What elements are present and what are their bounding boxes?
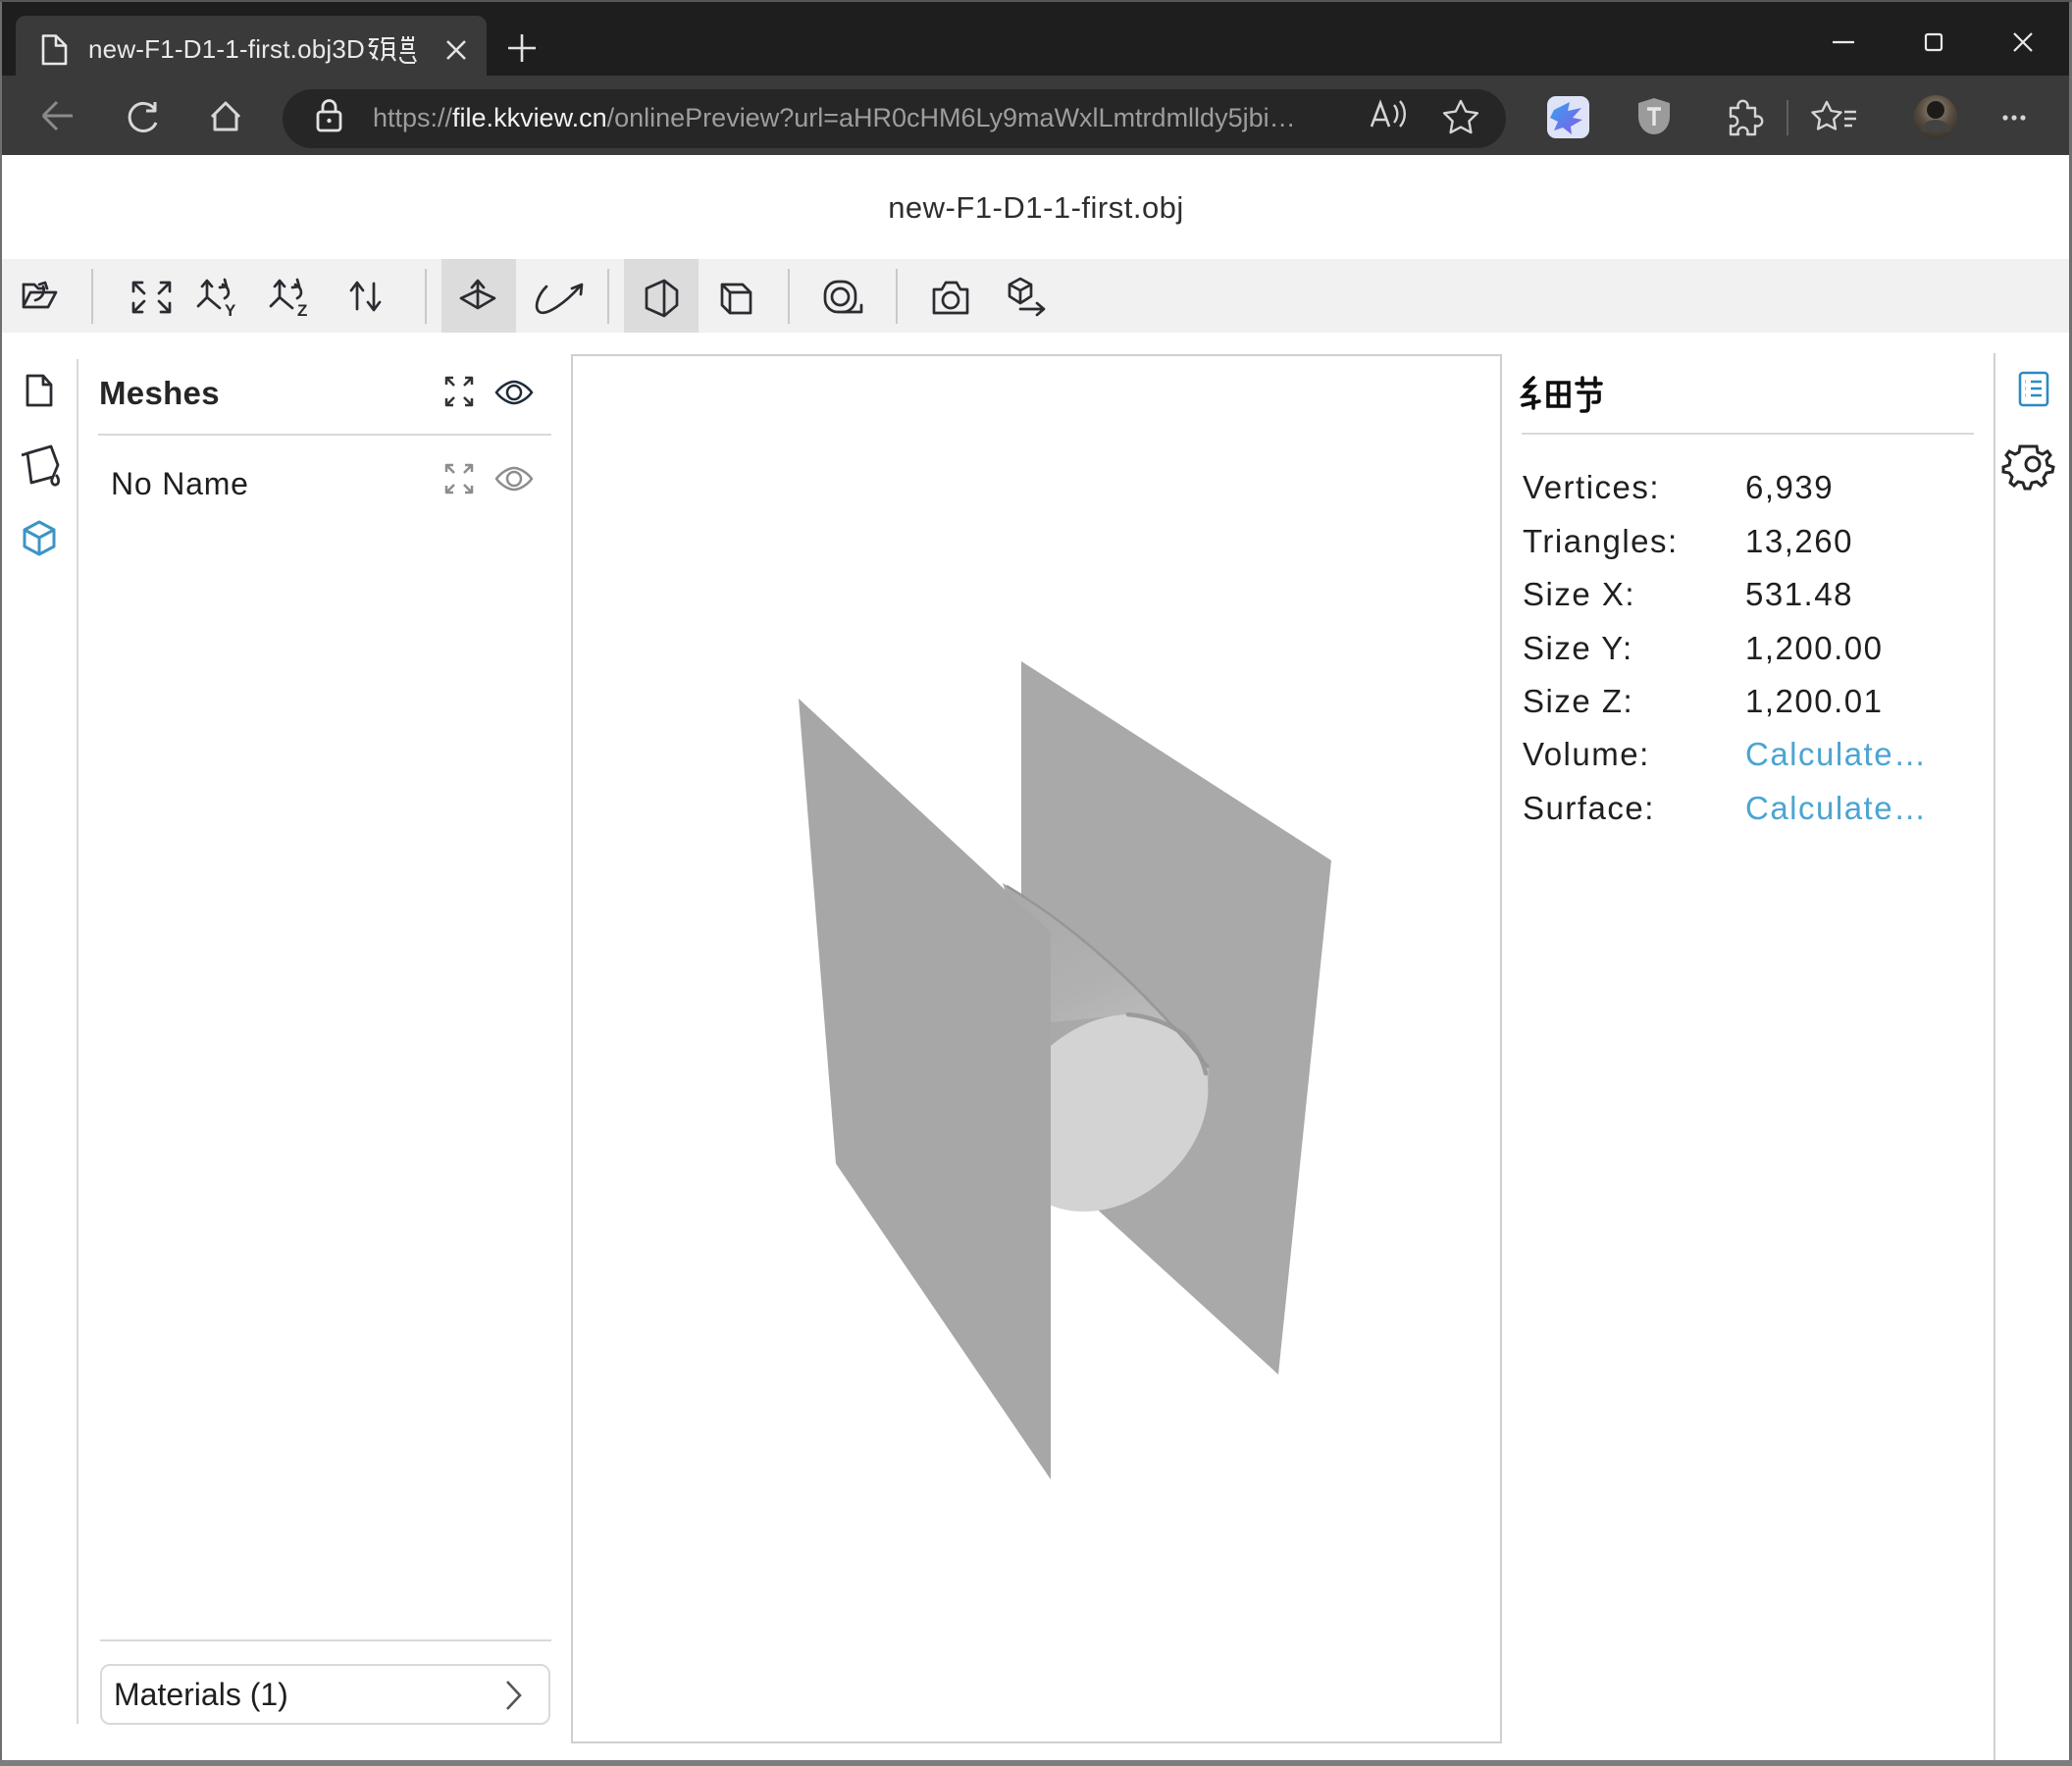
svg-text:Y: Y — [225, 301, 236, 320]
svg-text:Z: Z — [297, 301, 307, 320]
